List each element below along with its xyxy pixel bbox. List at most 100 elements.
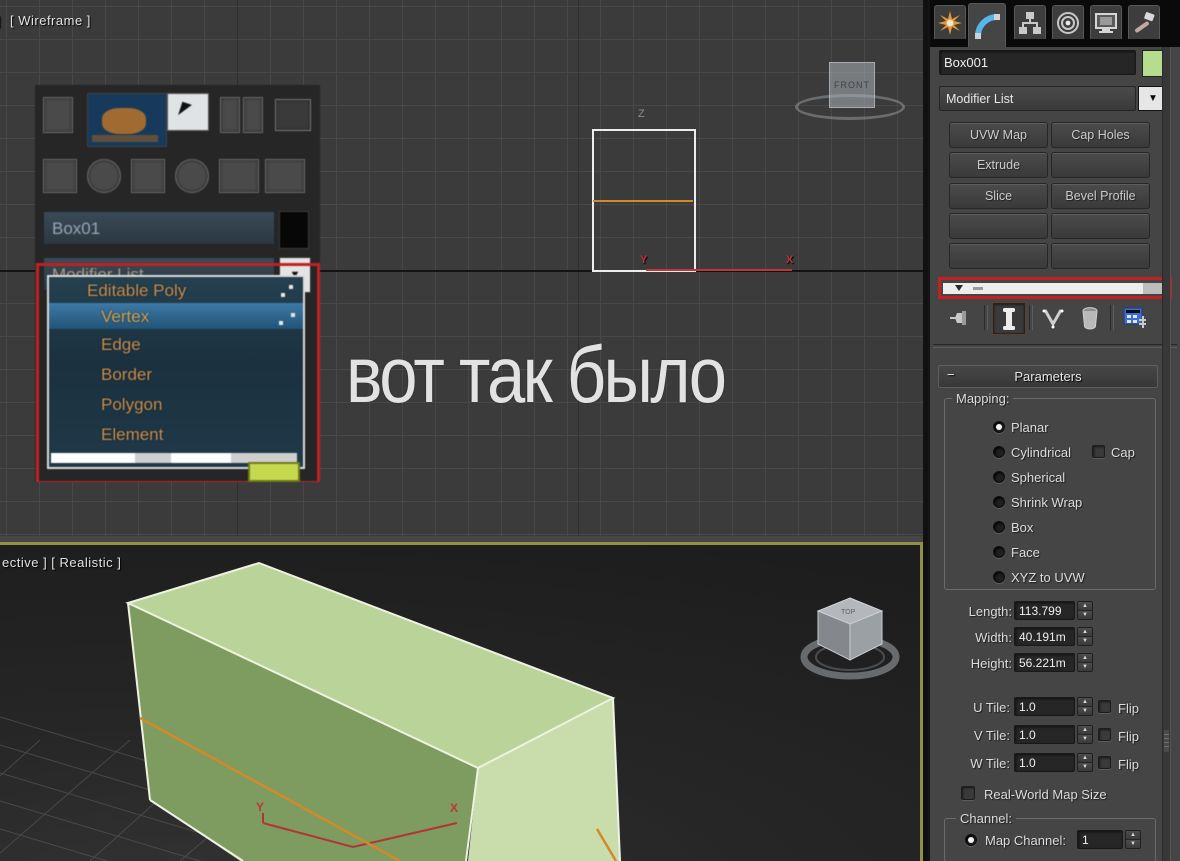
cap-holes-button[interactable]: Cap Holes [1051, 122, 1150, 148]
front-viewport[interactable]: ] [ Wireframe ] Y X Z FRONT [0, 0, 925, 536]
length-field[interactable] [1014, 601, 1075, 620]
width-field[interactable] [1014, 627, 1075, 646]
inset-modifier-stack: Editable Poly Vertex Edge Border Polygon… [47, 275, 305, 469]
gizmo-x-label: X [450, 801, 458, 815]
configure-modifier-sets-button[interactable] [1120, 303, 1150, 332]
empty-button[interactable] [949, 243, 1048, 269]
parameters-rollout-header[interactable]: − Parameters [938, 365, 1158, 388]
empty-button[interactable] [949, 213, 1048, 239]
stack-strip-dash [973, 287, 983, 290]
option-spherical[interactable]: Spherical [1011, 470, 1065, 485]
height-field[interactable] [1014, 653, 1075, 672]
tab-hierarchy[interactable] [1014, 5, 1046, 39]
panel-tabs [930, 0, 1180, 47]
radio-face[interactable] [993, 546, 1005, 558]
modify-icon [974, 13, 1000, 39]
make-unique-button[interactable] [1038, 303, 1068, 332]
map-channel-spinner[interactable]: ▲▼ [1125, 830, 1141, 849]
separator-groove [933, 344, 1177, 348]
tab-modify[interactable] [968, 3, 1006, 47]
width-spinner[interactable]: ▲▼ [1077, 627, 1093, 646]
inset-utilities-tab-icon [265, 159, 305, 193]
tab-display[interactable] [1090, 5, 1122, 39]
radio-box[interactable] [993, 521, 1005, 533]
map-channel-radio[interactable] [965, 834, 977, 846]
option-planar[interactable]: Planar [1011, 420, 1049, 435]
v-tile-field[interactable] [1014, 725, 1075, 744]
box-object[interactable] [128, 563, 620, 861]
remove-modifier-button[interactable] [1075, 303, 1105, 332]
real-world-checkbox[interactable] [961, 786, 975, 800]
cap-checkbox[interactable] [1092, 445, 1105, 458]
perspective-viewport-label[interactable]: ective ] [ Realistic ] [2, 555, 121, 570]
panel-scrollbar[interactable] [1162, 47, 1171, 861]
viewcube-front-face[interactable]: FRONT [829, 62, 875, 108]
viewcube[interactable]: FRONT [795, 56, 907, 120]
grid-major-line [578, 0, 579, 536]
inset-toolbar-icon [275, 99, 311, 131]
option-face[interactable]: Face [1011, 545, 1040, 560]
front-viewport-label[interactable]: [ Wireframe ] [10, 13, 91, 28]
empty-button[interactable] [1051, 152, 1150, 178]
modifier-list-dropdown[interactable]: Modifier List [939, 86, 1136, 111]
viewcube[interactable]: TOP [804, 598, 896, 676]
uvw-map-button[interactable]: UVW Map [949, 122, 1048, 148]
create-icon [938, 11, 962, 35]
empty-button[interactable] [1051, 213, 1150, 239]
w-tile-spinner[interactable]: ▲▼ [1077, 753, 1093, 772]
width-label: Width: [940, 630, 1012, 645]
option-shrink-wrap[interactable]: Shrink Wrap [1011, 495, 1082, 510]
tab-motion[interactable] [1052, 5, 1084, 39]
configure-modifier-sets-icon [1123, 307, 1147, 329]
inset-dot [279, 321, 283, 325]
height-label: Height: [940, 656, 1012, 671]
inset-stack-item: Border [101, 365, 152, 385]
length-spinner[interactable]: ▲▼ [1077, 601, 1093, 620]
height-spinner[interactable]: ▲▼ [1077, 653, 1093, 672]
u-flip-checkbox[interactable] [1098, 700, 1111, 713]
inset-object-name-field: Box01 [43, 211, 275, 245]
option-xyz-to-uvw[interactable]: XYZ to UVW [1011, 570, 1085, 585]
w-flip-checkbox[interactable] [1098, 756, 1111, 769]
slice-button[interactable]: Slice [949, 183, 1048, 209]
u-flip-label[interactable]: Flip [1118, 701, 1139, 716]
option-cylindrical[interactable]: Cylindrical [1011, 445, 1071, 460]
scrollbar-handle[interactable] [1164, 730, 1169, 752]
map-channel-label[interactable]: Map Channel: [985, 833, 1066, 848]
empty-button[interactable] [1051, 243, 1150, 269]
radio-xyz-to-uvw[interactable] [993, 571, 1005, 583]
display-icon [1094, 11, 1118, 35]
show-end-result-button[interactable] [993, 303, 1025, 334]
u-tile-field[interactable] [1014, 697, 1075, 716]
u-tile-spinner[interactable]: ▲▼ [1077, 697, 1093, 716]
gizmo-z-label: Z [638, 108, 645, 120]
map-channel-field[interactable] [1077, 830, 1123, 849]
w-tile-field[interactable] [1014, 753, 1075, 772]
w-flip-label[interactable]: Flip [1118, 757, 1139, 772]
radio-shrink-wrap[interactable] [993, 496, 1005, 508]
tab-utilities[interactable] [1128, 5, 1160, 39]
perspective-viewport[interactable]: ective ] [ Realistic ] [0, 545, 920, 861]
extrude-button[interactable]: Extrude [949, 152, 1048, 178]
inset-motion-tab-icon [175, 159, 209, 193]
bevel-profile-button[interactable]: Bevel Profile [1051, 183, 1150, 209]
viewport-label-fragment: ] [0, 13, 1, 28]
collapse-icon: − [947, 367, 955, 382]
radio-spherical[interactable] [993, 471, 1005, 483]
length-label: Length: [940, 604, 1012, 619]
v-flip-checkbox[interactable] [1098, 728, 1111, 741]
v-flip-label[interactable]: Flip [1118, 729, 1139, 744]
tab-create[interactable] [934, 5, 966, 39]
modifier-stack-list[interactable] [943, 283, 1165, 294]
cap-label[interactable]: Cap [1111, 445, 1135, 460]
v-tile-spinner[interactable]: ▲▼ [1077, 725, 1093, 744]
option-box[interactable]: Box [1011, 520, 1033, 535]
real-world-label[interactable]: Real-World Map Size [984, 787, 1107, 802]
inset-dot [281, 293, 285, 297]
pin-stack-button[interactable] [946, 303, 976, 332]
radio-planar[interactable] [993, 421, 1005, 433]
radio-cylindrical[interactable] [993, 446, 1005, 458]
object-name-field[interactable] [939, 50, 1136, 75]
channel-legend: Channel: [956, 811, 1016, 826]
gizmo-orange-edge [593, 200, 693, 202]
